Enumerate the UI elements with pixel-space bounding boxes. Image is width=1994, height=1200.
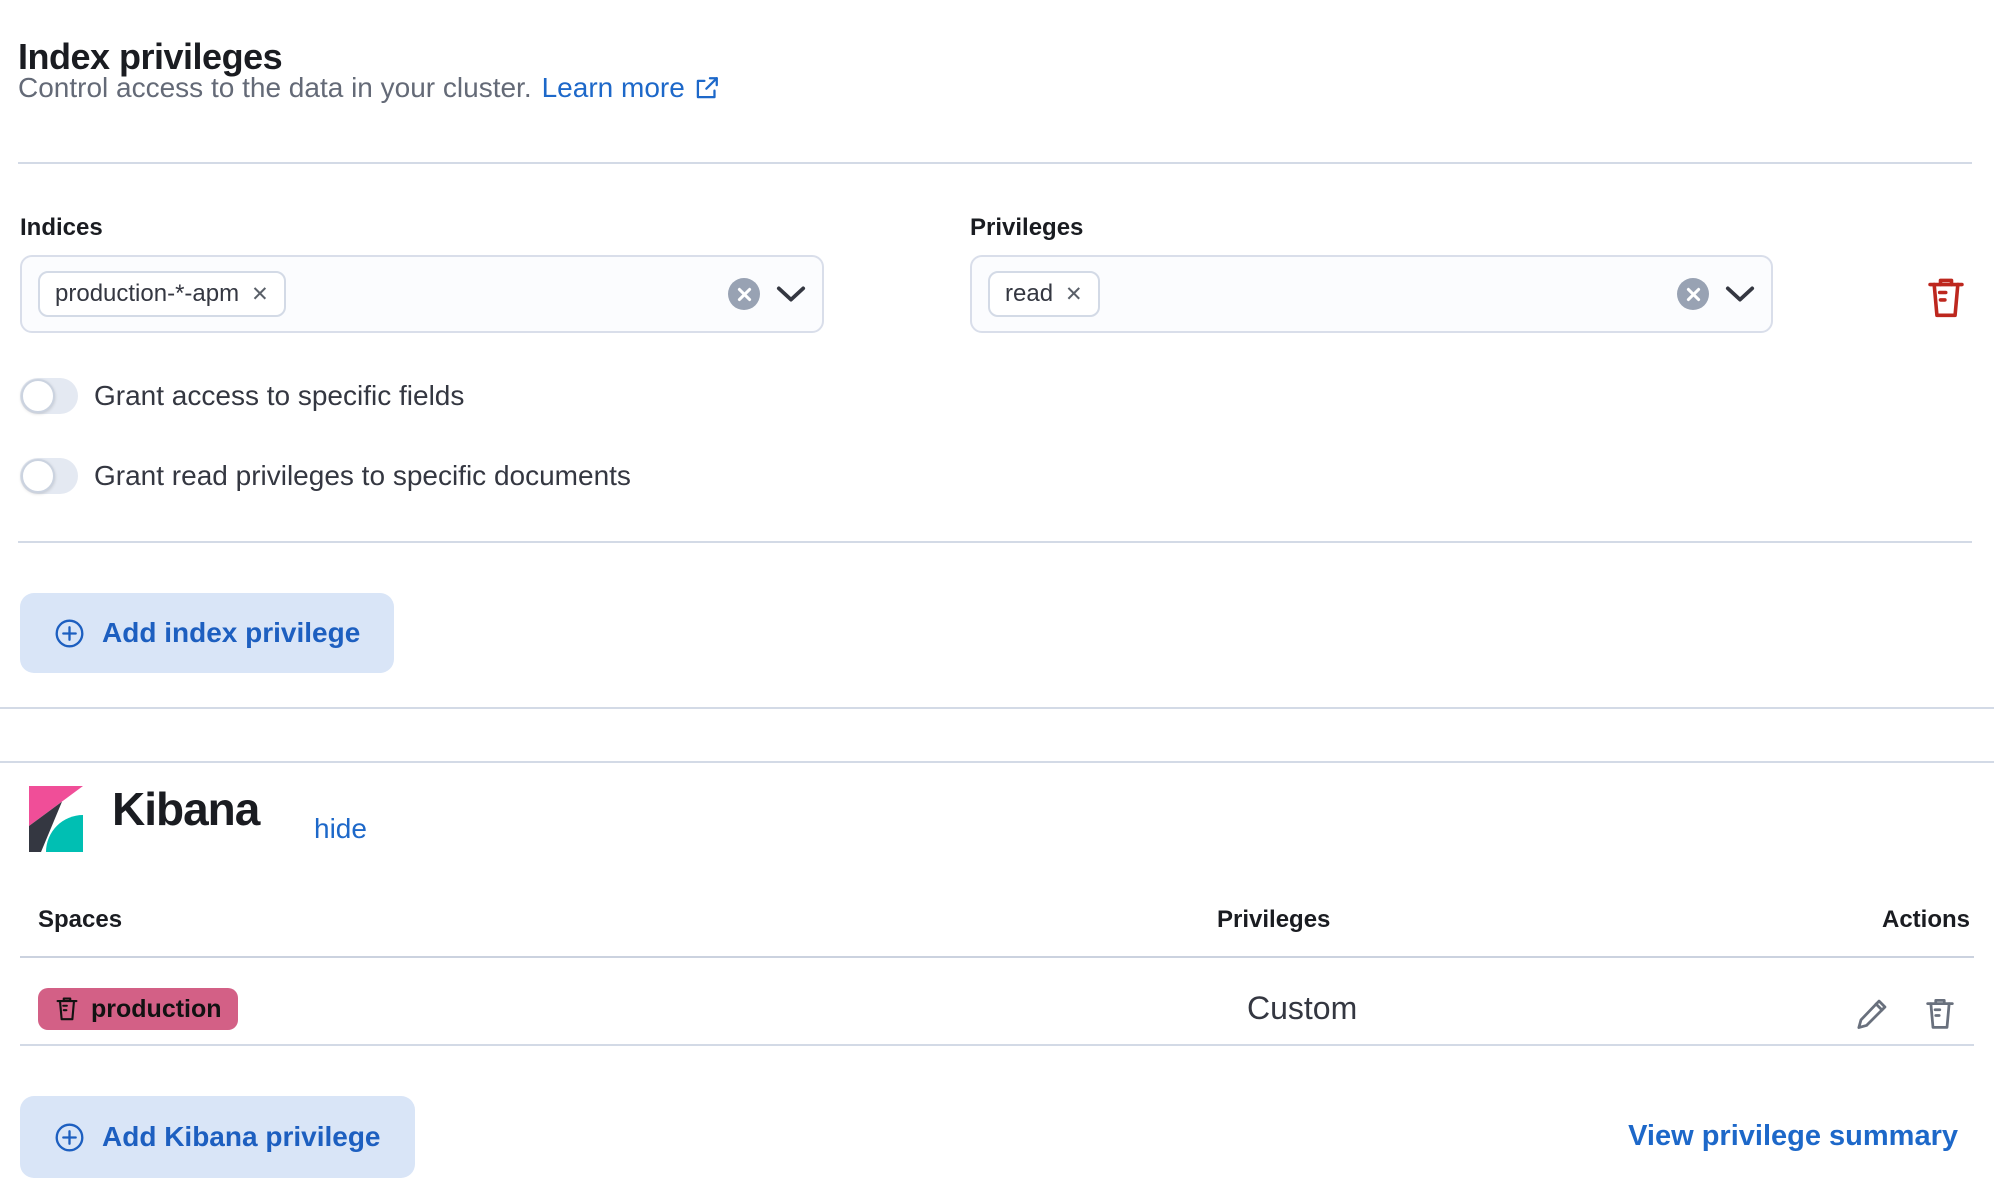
divider — [18, 162, 1972, 164]
column-header-privileges: Privileges — [1217, 906, 1330, 934]
edit-privilege-button[interactable] — [1852, 994, 1892, 1034]
privileges-pill-label: read — [1005, 280, 1053, 308]
section-divider — [0, 761, 1994, 763]
plus-in-circle-icon — [54, 618, 85, 649]
section-divider — [0, 707, 1994, 709]
kibana-logo — [29, 786, 83, 852]
divider — [18, 541, 1972, 543]
grant-fields-label: Grant access to specific fields — [94, 380, 464, 412]
delete-index-privilege-button[interactable] — [1920, 272, 1972, 324]
add-kibana-privilege-button[interactable]: Add Kibana privilege — [20, 1096, 415, 1178]
grant-documents-toggle[interactable] — [20, 458, 78, 494]
role-privileges-page: Index privileges Control access to the d… — [0, 0, 1994, 1200]
column-header-spaces: Spaces — [38, 906, 122, 934]
description-text: Control access to the data in your clust… — [18, 72, 532, 104]
delete-space-privilege-button[interactable] — [1920, 994, 1960, 1034]
space-badge-label: production — [91, 995, 222, 1024]
trash-icon — [1923, 997, 1957, 1031]
privileges-pill[interactable]: read ✕ — [988, 271, 1100, 317]
hide-link[interactable]: hide — [314, 813, 367, 845]
toggle-knob — [21, 459, 55, 493]
indices-combobox[interactable]: production-*-apm ✕ — [20, 255, 824, 333]
chevron-down-icon[interactable] — [776, 285, 806, 303]
clear-privileges-button[interactable] — [1677, 278, 1709, 310]
pencil-icon — [1855, 997, 1889, 1031]
indices-pill[interactable]: production-*-apm ✕ — [38, 271, 286, 317]
grant-documents-label: Grant read privileges to specific docume… — [94, 460, 631, 492]
clear-icon — [1686, 287, 1701, 302]
chevron-down-icon[interactable] — [1725, 285, 1755, 303]
remove-privilege-pill-icon[interactable]: ✕ — [1065, 284, 1083, 305]
grant-fields-toggle[interactable] — [20, 378, 78, 414]
table-row-divider — [20, 1044, 1974, 1046]
index-privileges-description: Control access to the data in your clust… — [18, 72, 720, 104]
grant-fields-toggle-row: Grant access to specific fields — [20, 378, 464, 414]
view-privilege-summary-link[interactable]: View privilege summary — [1628, 1120, 1958, 1153]
indices-pill-label: production-*-apm — [55, 280, 239, 308]
table-header-divider — [20, 956, 1974, 958]
privilege-cell: Custom — [1247, 990, 1357, 1027]
trash-icon — [1924, 276, 1968, 320]
plus-in-circle-icon — [54, 1122, 85, 1153]
add-kibana-privilege-label: Add Kibana privilege — [102, 1121, 381, 1153]
toggle-knob — [21, 379, 55, 413]
clear-icon — [737, 287, 752, 302]
add-index-privilege-label: Add index privilege — [102, 617, 360, 649]
trash-icon — [54, 996, 80, 1022]
indices-label: Indices — [20, 214, 103, 242]
learn-more-link[interactable]: Learn more — [542, 72, 720, 104]
external-link-icon — [694, 75, 720, 101]
learn-more-label: Learn more — [542, 72, 685, 104]
remove-index-pill-icon[interactable]: ✕ — [251, 284, 269, 305]
privileges-combobox[interactable]: read ✕ — [970, 255, 1773, 333]
grant-documents-toggle-row: Grant read privileges to specific docume… — [20, 458, 631, 494]
clear-indices-button[interactable] — [728, 278, 760, 310]
column-header-actions: Actions — [1882, 906, 1970, 934]
privileges-label: Privileges — [970, 214, 1083, 242]
space-badge-production[interactable]: production — [38, 988, 238, 1030]
kibana-section-title: Kibana — [112, 782, 259, 836]
add-index-privilege-button[interactable]: Add index privilege — [20, 593, 394, 673]
